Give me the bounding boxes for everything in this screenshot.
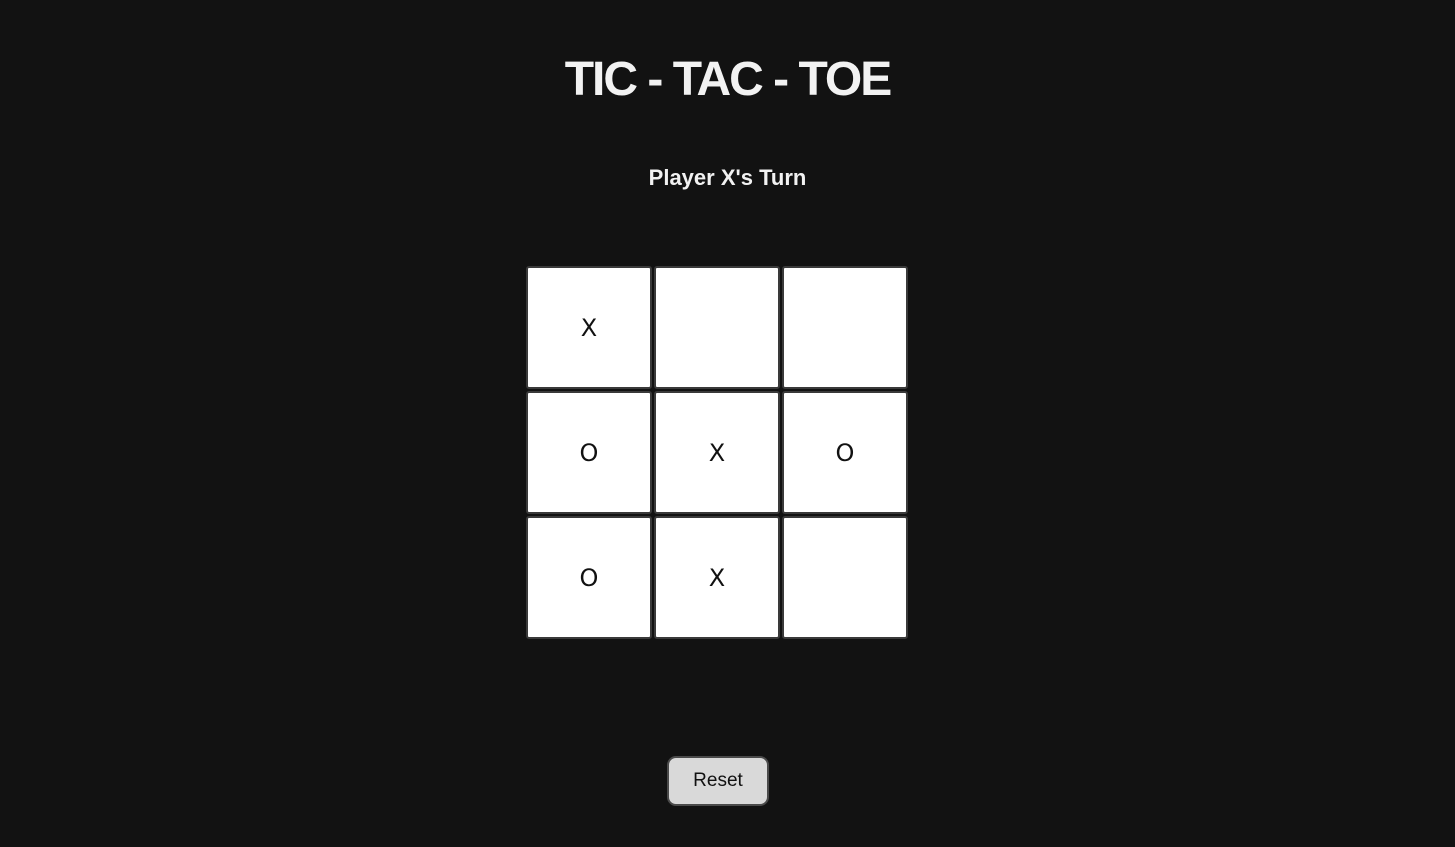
turn-status: Player X's Turn <box>648 165 807 190</box>
board-cell-2[interactable] <box>654 266 780 389</box>
board-cell-5[interactable]: X <box>654 391 780 514</box>
game-title: TIC - TAC - TOE <box>564 53 893 106</box>
board-cell-7[interactable]: O <box>526 516 652 639</box>
game-board: X O X O O X <box>526 266 910 641</box>
board-cell-9[interactable] <box>782 516 908 639</box>
board-cell-4[interactable]: O <box>526 391 652 514</box>
reset-button[interactable]: Reset <box>667 756 769 806</box>
board-cell-8[interactable]: X <box>654 516 780 639</box>
board-cell-1[interactable]: X <box>526 266 652 389</box>
board-cell-6[interactable]: O <box>782 391 908 514</box>
board-cell-3[interactable] <box>782 266 908 389</box>
